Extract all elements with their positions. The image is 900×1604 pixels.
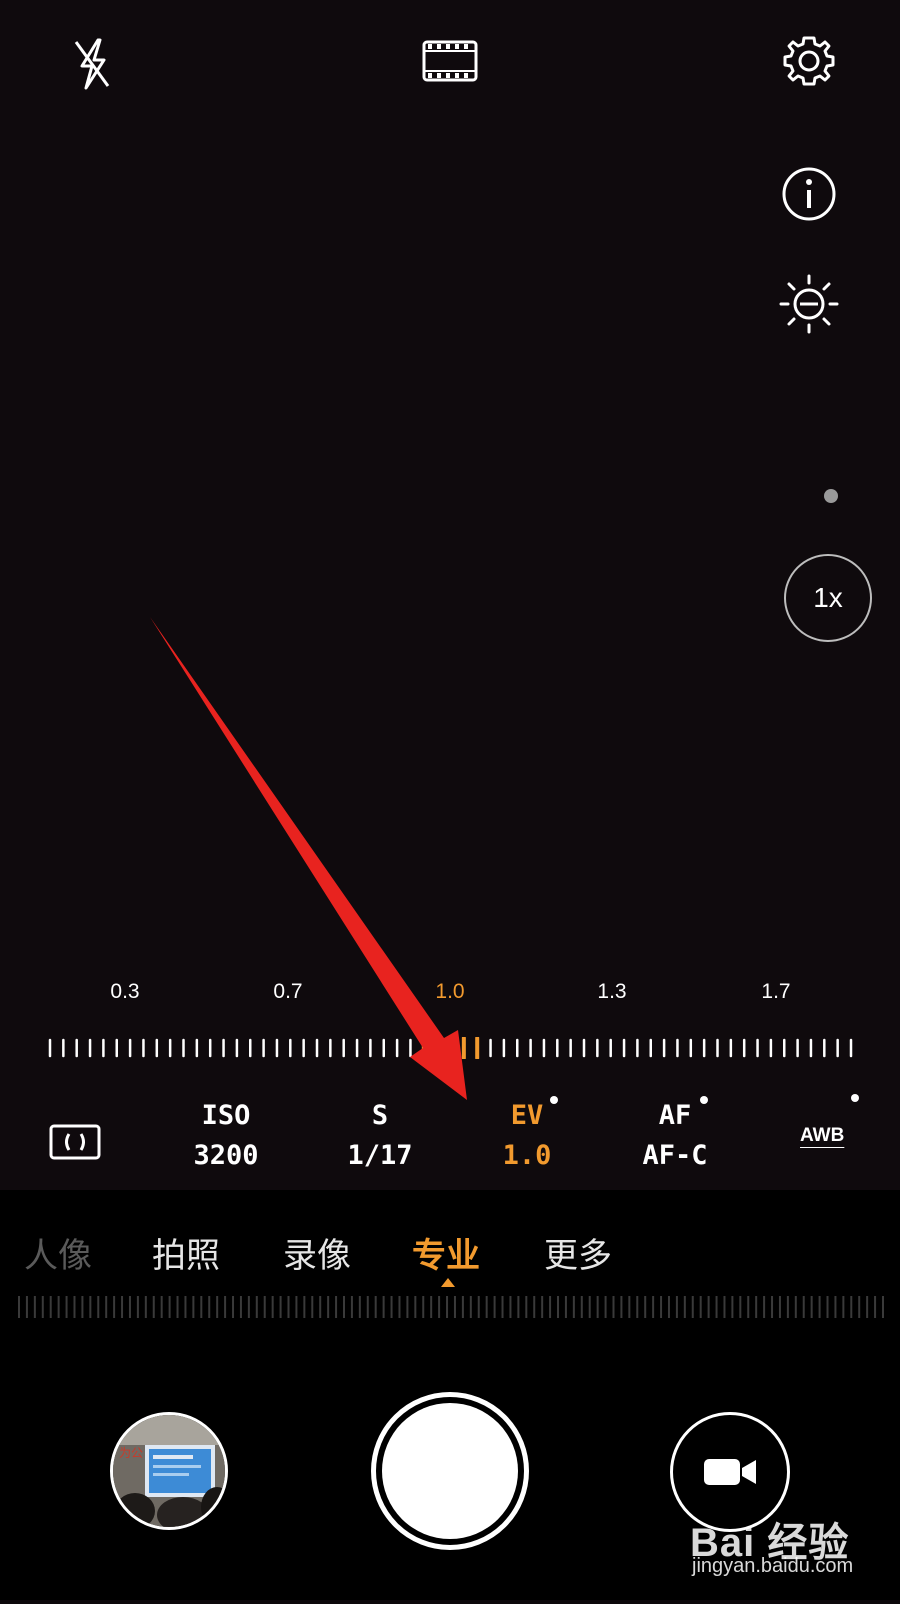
info-icon[interactable] [780,165,838,223]
ev-auto-dot [550,1096,558,1104]
ev-value: 1.0 [502,1140,552,1171]
ev-scale-label: 0.7 [273,980,303,1003]
mode-pro[interactable]: 专业 [412,1228,480,1277]
shutter-button[interactable] [371,1392,529,1550]
baidu-watermark: Bai 经验 [690,1500,900,1600]
ev-scale-label: 1.7 [761,980,791,1003]
af-label: AF [658,1100,692,1131]
mode-video[interactable]: 录像 [283,1228,351,1277]
page-indicator-dot [824,489,838,503]
gear-icon[interactable] [780,32,838,90]
film-icon[interactable] [420,36,480,86]
iso-value: 3200 [193,1140,259,1171]
ev-slider[interactable] [48,1036,853,1060]
ev-scale-label-active: 1.0 [435,980,465,1003]
af-control[interactable]: AF AF-C [630,1098,720,1178]
mode-photo[interactable]: 拍照 [152,1228,220,1277]
ev-control[interactable]: EV 1.0 [487,1098,567,1178]
zoom-button[interactable]: 1x [784,554,872,642]
sun-icon[interactable] [778,273,840,335]
af-value: AF-C [642,1140,708,1171]
shutter-value: 1/17 [347,1140,413,1171]
iso-label: ISO [201,1100,251,1131]
ev-scale-label: 1.3 [597,980,627,1003]
flash-off-icon[interactable] [68,36,116,92]
mode-more[interactable]: 更多 [544,1228,612,1277]
active-mode-caret [441,1278,455,1287]
watermark-url: jingyan.baidu.com [692,1555,854,1577]
mode-portrait[interactable]: 人像 [24,1228,92,1277]
shutter-inner [382,1403,518,1539]
video-camera-icon [702,1455,758,1489]
awb-control[interactable]: AWB [800,1125,844,1147]
shutter-control[interactable]: S 1/17 [340,1098,420,1178]
zoom-label: 1x [813,582,843,613]
pro-params-bar: ISO 3200 S 1/17 EV 1.0 AF AF-C [0,1094,900,1178]
ev-scale-label: 0.3 [110,980,140,1003]
shutter-label: S [371,1100,389,1131]
camera-viewfinder[interactable] [0,0,900,1190]
svg-text:为公: 为公 [119,1446,143,1460]
awb-auto-dot [851,1094,859,1102]
gallery-thumbnail[interactable]: 为公 [110,1412,228,1530]
ev-scale-labels: 0.3 0.7 1.0 1.3 1.7 [0,980,900,1010]
iso-control[interactable]: ISO 3200 [186,1098,266,1178]
af-auto-dot [700,1096,708,1104]
mode-scroller[interactable] [18,1294,884,1320]
